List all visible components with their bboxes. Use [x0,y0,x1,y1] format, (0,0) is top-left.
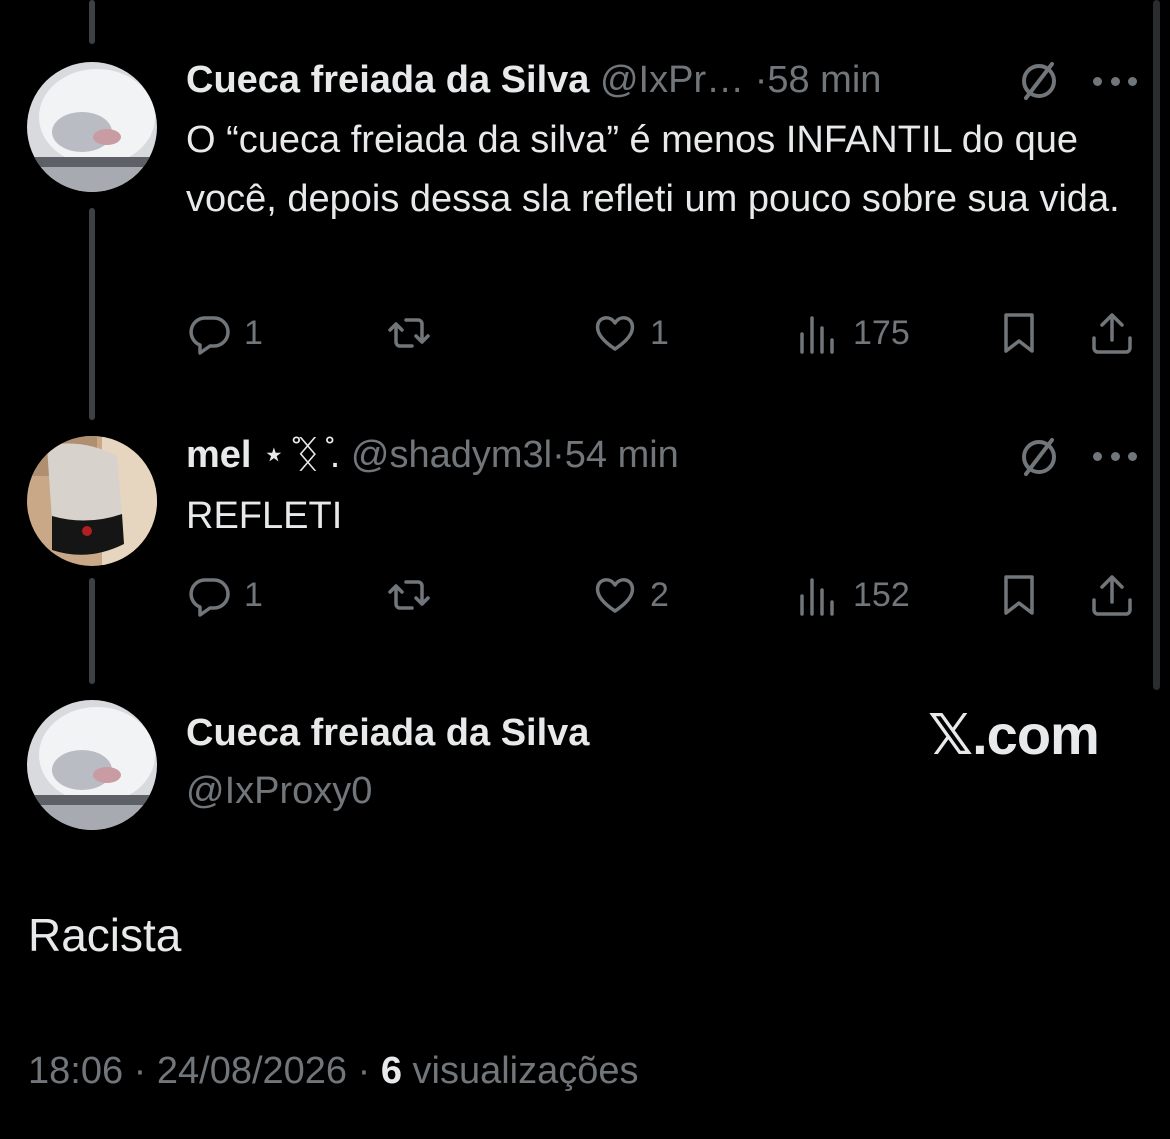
bookmark-button[interactable] [996,570,1042,620]
avatar[interactable] [27,700,157,830]
display-name[interactable]: mel [186,434,251,476]
views-count: 152 [853,575,910,614]
avatar[interactable] [27,62,157,192]
reply-button[interactable]: 1 [186,308,263,358]
thread-line-top [89,0,95,44]
timestamp[interactable]: 54 min [565,434,679,476]
share-button[interactable] [1089,570,1135,620]
scrollbar[interactable] [1153,0,1160,690]
reply-icon [189,578,230,617]
bookmark-icon [1004,313,1034,353]
like-button[interactable]: 2 [592,570,669,620]
views-icon [800,316,834,354]
tweet-actions: 1 2 152 [186,570,1141,620]
handle[interactable]: @IxPr… [600,59,744,101]
reply-count: 1 [244,575,263,614]
tweet-text: O “cueca freiada da silva” é menos INFAN… [186,119,1120,220]
tweet-text: Racista [28,909,182,961]
tweet-footer: 18:06 · 24/08/2026 · 6 visualizações [28,1050,639,1093]
separator: · [552,434,565,476]
grok-icon[interactable] [1016,434,1062,480]
grok-icon[interactable] [1016,58,1062,104]
display-name[interactable]: Cueca freiada da Silva [186,59,589,101]
like-button[interactable]: 1 [592,308,669,358]
x-watermark: 𝕏.com [928,703,1100,766]
thread-line-1 [89,208,95,420]
display-name[interactable]: Cueca freiada da Silva [186,712,589,755]
more-icon[interactable] [1093,449,1137,463]
share-button[interactable] [1089,308,1135,358]
more-icon[interactable] [1093,74,1137,88]
share-icon [1092,575,1132,616]
views-button[interactable]: 152 [795,570,910,620]
tweet-header: mel ⋆ ̊ᛝ ̊. @shadym3l·54 min [186,432,679,478]
timestamp[interactable]: 58 min [767,59,881,101]
separator: · [754,59,768,101]
views-button[interactable]: 175 [795,308,910,358]
handle[interactable]: @shadym3l [351,434,552,476]
name-decoration: ⋆ ̊ᛝ ̊. [262,434,341,476]
views-count: 175 [853,313,910,352]
repost-icon [388,580,430,610]
views-label: visualizações [401,1050,639,1092]
like-icon [595,316,635,351]
repost-button[interactable] [386,308,444,358]
thread-line-2 [89,578,95,684]
like-count: 1 [650,313,669,352]
reply-icon [189,316,230,355]
tweet-header: Cueca freiada da Silva @IxPr… ·58 min [186,57,881,103]
reply-count: 1 [244,313,263,352]
repost-icon [388,318,430,348]
tweet-actions: 1 1 175 [186,308,1141,358]
views-icon [800,578,834,616]
bookmark-button[interactable] [996,308,1042,358]
reply-button[interactable]: 1 [186,570,263,620]
share-icon [1092,313,1132,354]
handle[interactable]: @IxProxy0 [186,770,372,813]
tweet-text: REFLETI [186,495,343,537]
avatar[interactable] [27,436,157,566]
views-count: 6 [380,1050,402,1092]
timestamp[interactable]: 18:06 · 24/08/2026 · [28,1050,381,1092]
like-icon [595,578,635,613]
like-count: 2 [650,575,669,614]
bookmark-icon [1004,575,1034,615]
repost-button[interactable] [386,570,444,620]
